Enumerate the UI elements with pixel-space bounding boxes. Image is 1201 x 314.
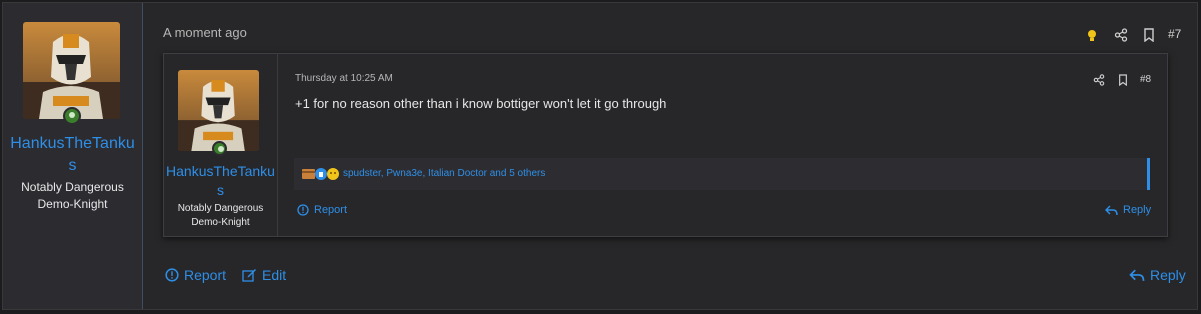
report-label: Report — [184, 267, 227, 283]
username-link[interactable]: HankusTheTankus — [8, 133, 137, 176]
avatar[interactable] — [23, 22, 120, 119]
quoted-report-label: Report — [314, 204, 348, 216]
reply-arrow-icon — [1129, 269, 1145, 281]
info-circle-icon — [297, 204, 309, 216]
online-status-icon — [63, 107, 81, 125]
info-circle-icon — [165, 268, 179, 282]
reply-label: Reply — [1150, 267, 1186, 283]
quoted-post: HankusTheTankus Notably Dangerous Demo-K… — [163, 53, 1168, 237]
quoted-reply-button[interactable]: Reply — [1105, 204, 1151, 216]
edit-label: Edit — [262, 267, 287, 283]
quoted-username-link[interactable]: HankusTheTankus — [166, 162, 275, 200]
reply-arrow-icon — [1105, 205, 1118, 215]
quoted-online-status-icon — [212, 141, 227, 156]
edit-pencil-icon — [242, 269, 256, 282]
post-container: HankusTheTankus Notably Dangerous Demo-K… — [2, 2, 1198, 310]
post-number-link[interactable]: #7 — [1168, 27, 1181, 41]
post-user-cell: HankusTheTankus Notably Dangerous Demo-K… — [3, 3, 143, 309]
quoted-share-icon[interactable] — [1093, 74, 1105, 86]
quoted-post-timestamp[interactable]: Thursday at 10:25 AM — [295, 73, 393, 84]
quoted-user-title: Notably Dangerous Demo-Knight — [177, 203, 264, 228]
quoted-post-number-link[interactable]: #8 — [1140, 74, 1151, 85]
reactions-summary-link[interactable]: spudster, Pwna3e, Italian Doctor and 5 o… — [343, 168, 545, 179]
reactions-bar-accent — [1147, 158, 1150, 190]
post-timestamp[interactable]: A moment ago — [163, 25, 247, 40]
reaction-emoji-icons[interactable] — [302, 167, 340, 181]
quoted-report-button[interactable]: Report — [297, 204, 347, 216]
quoted-reply-label: Reply — [1123, 204, 1152, 216]
quoted-bookmark-icon[interactable] — [1118, 74, 1128, 86]
reactions-bar: spudster, Pwna3e, Italian Doctor and 5 o… — [294, 158, 1150, 190]
user-title: Notably Dangerous Demo-Knight — [21, 180, 124, 211]
quoted-post-body: +1 for no reason other than i know botti… — [295, 96, 667, 111]
quoted-post-user-cell: HankusTheTankus Notably Dangerous Demo-K… — [164, 54, 278, 236]
quoted-avatar[interactable] — [178, 70, 259, 151]
bookmark-icon[interactable] — [1143, 28, 1155, 42]
lightbulb-icon[interactable] — [1087, 29, 1097, 43]
edit-button[interactable]: Edit — [242, 267, 286, 283]
reply-button[interactable]: Reply — [1129, 267, 1186, 283]
report-button[interactable]: Report — [165, 267, 226, 283]
share-icon[interactable] — [1114, 28, 1128, 42]
